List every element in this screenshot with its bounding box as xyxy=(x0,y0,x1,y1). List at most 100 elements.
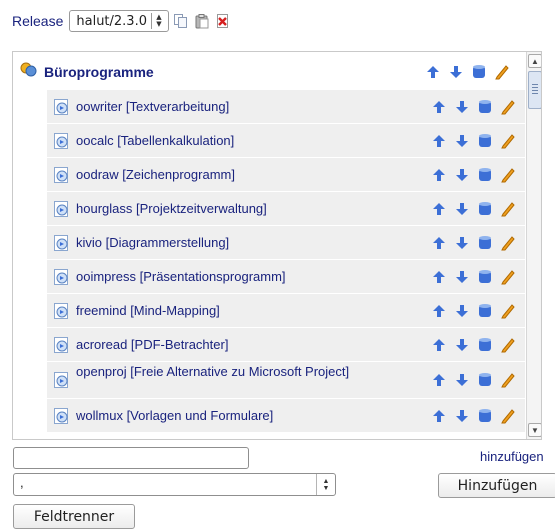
database-icon[interactable] xyxy=(470,63,488,81)
release-select-value: halut/2.3.0 xyxy=(76,13,147,29)
move-up-icon[interactable] xyxy=(430,200,448,218)
list-item[interactable]: hourglass [Projektzeitverwaltung] xyxy=(47,192,525,226)
list-item[interactable]: oocalc [Tabellenkalkulation] xyxy=(47,124,525,158)
list-item[interactable]: oodraw [Zeichenprogramm] xyxy=(47,158,525,192)
list-item-label: wollmux [Vorlagen und Formulare] xyxy=(76,408,274,423)
item-actions xyxy=(430,268,517,286)
move-up-icon[interactable] xyxy=(430,268,448,286)
edit-icon[interactable] xyxy=(499,132,517,150)
list-item[interactable]: oowriter [Textverarbeitung] xyxy=(47,90,525,124)
database-icon[interactable] xyxy=(476,132,494,150)
paste-icon[interactable] xyxy=(193,12,211,30)
list-item[interactable]: ooimpress [Präsentationsprogramm] xyxy=(47,260,525,294)
move-up-icon[interactable] xyxy=(430,166,448,184)
move-up-icon[interactable] xyxy=(430,132,448,150)
package-icon xyxy=(53,336,71,354)
edit-icon[interactable] xyxy=(499,407,517,425)
edit-icon[interactable] xyxy=(499,302,517,320)
move-down-icon[interactable] xyxy=(453,234,471,252)
database-icon[interactable] xyxy=(476,302,494,320)
move-down-icon[interactable] xyxy=(453,336,471,354)
package-icon xyxy=(53,407,71,425)
move-down-icon[interactable] xyxy=(453,200,471,218)
package-list: Büroprogramme oowriter [Textverarbeitung… xyxy=(12,51,542,440)
list-item-label: oodraw [Zeichenprogramm] xyxy=(76,167,235,182)
separator-select-value: , xyxy=(20,475,24,490)
move-down-icon[interactable] xyxy=(453,302,471,320)
item-actions xyxy=(430,200,517,218)
item-actions xyxy=(430,407,517,425)
new-package-input[interactable] xyxy=(13,447,249,469)
package-icon xyxy=(53,200,71,218)
scroll-thumb[interactable] xyxy=(528,71,541,109)
database-icon[interactable] xyxy=(476,166,494,184)
move-down-icon[interactable] xyxy=(453,371,471,389)
move-down-icon[interactable] xyxy=(453,132,471,150)
list-scrollbar[interactable]: ▲ ▼ xyxy=(526,52,541,439)
database-icon[interactable] xyxy=(476,336,494,354)
move-up-icon[interactable] xyxy=(430,302,448,320)
copy-icon[interactable] xyxy=(172,12,190,30)
database-icon[interactable] xyxy=(476,407,494,425)
database-icon[interactable] xyxy=(476,98,494,116)
database-icon[interactable] xyxy=(476,268,494,286)
edit-icon[interactable] xyxy=(493,63,511,81)
database-icon[interactable] xyxy=(476,371,494,389)
edit-icon[interactable] xyxy=(499,166,517,184)
move-up-icon[interactable] xyxy=(430,371,448,389)
database-icon[interactable] xyxy=(476,234,494,252)
list-item[interactable]: wollmux [Vorlagen und Formulare] xyxy=(47,399,525,433)
list-item[interactable]: acroread [PDF-Betrachter] xyxy=(47,328,525,362)
add-button[interactable]: Hinzufügen xyxy=(438,473,555,498)
package-icon xyxy=(53,371,71,389)
list-item-label: kivio [Diagrammerstellung] xyxy=(76,235,230,250)
move-down-icon[interactable] xyxy=(453,268,471,286)
scroll-down-icon[interactable]: ▼ xyxy=(528,423,541,437)
package-icon xyxy=(53,132,71,150)
edit-icon[interactable] xyxy=(499,234,517,252)
edit-icon[interactable] xyxy=(499,371,517,389)
item-actions xyxy=(430,98,517,116)
list-item[interactable]: openproj [Freie Alternative zu Microsoft… xyxy=(47,362,525,399)
group-label: Büroprogramme xyxy=(44,64,154,80)
move-down-icon[interactable] xyxy=(447,63,465,81)
edit-icon[interactable] xyxy=(499,98,517,116)
select-spin-icon: ▲ ▼ xyxy=(316,474,335,495)
move-up-icon[interactable] xyxy=(430,336,448,354)
list-item-label: hourglass [Projektzeitverwaltung] xyxy=(76,201,267,216)
list-item-label: acroread [PDF-Betrachter] xyxy=(76,337,229,352)
release-select[interactable]: halut/2.3.0 ▲ ▼ xyxy=(69,10,169,32)
separator-select[interactable]: , ▲ ▼ xyxy=(13,473,336,496)
list-item-label: freemind [Mind-Mapping] xyxy=(76,303,220,318)
move-down-icon[interactable] xyxy=(453,98,471,116)
release-label: Release xyxy=(12,13,64,29)
move-up-icon[interactable] xyxy=(430,407,448,425)
group-row[interactable]: Büroprogramme xyxy=(13,52,525,90)
group-actions xyxy=(424,63,511,81)
item-actions xyxy=(430,166,517,184)
move-up-icon[interactable] xyxy=(430,98,448,116)
move-up-icon[interactable] xyxy=(430,234,448,252)
item-actions xyxy=(430,371,517,389)
list-item[interactable]: kivio [Diagrammerstellung] xyxy=(47,226,525,260)
package-icon xyxy=(53,234,71,252)
list-item-label: oocalc [Tabellenkalkulation] xyxy=(76,133,235,148)
package-icon xyxy=(53,166,71,184)
move-up-icon[interactable] xyxy=(424,63,442,81)
scroll-up-icon[interactable]: ▲ xyxy=(528,54,541,68)
list-item[interactable]: freemind [Mind-Mapping] xyxy=(47,294,525,328)
database-icon[interactable] xyxy=(476,200,494,218)
item-actions xyxy=(430,234,517,252)
list-item-label: openproj [Freie Alternative zu Microsoft… xyxy=(76,364,350,379)
edit-icon[interactable] xyxy=(499,268,517,286)
package-icon xyxy=(53,302,71,320)
move-down-icon[interactable] xyxy=(453,166,471,184)
list-item-label: ooimpress [Präsentationsprogramm] xyxy=(76,269,286,284)
move-down-icon[interactable] xyxy=(453,407,471,425)
edit-icon[interactable] xyxy=(499,336,517,354)
item-actions xyxy=(430,336,517,354)
delete-icon[interactable] xyxy=(214,12,232,30)
separator-button[interactable]: Feldtrenner xyxy=(13,504,135,529)
edit-icon[interactable] xyxy=(499,200,517,218)
add-link[interactable]: hinzufügen xyxy=(480,449,544,464)
